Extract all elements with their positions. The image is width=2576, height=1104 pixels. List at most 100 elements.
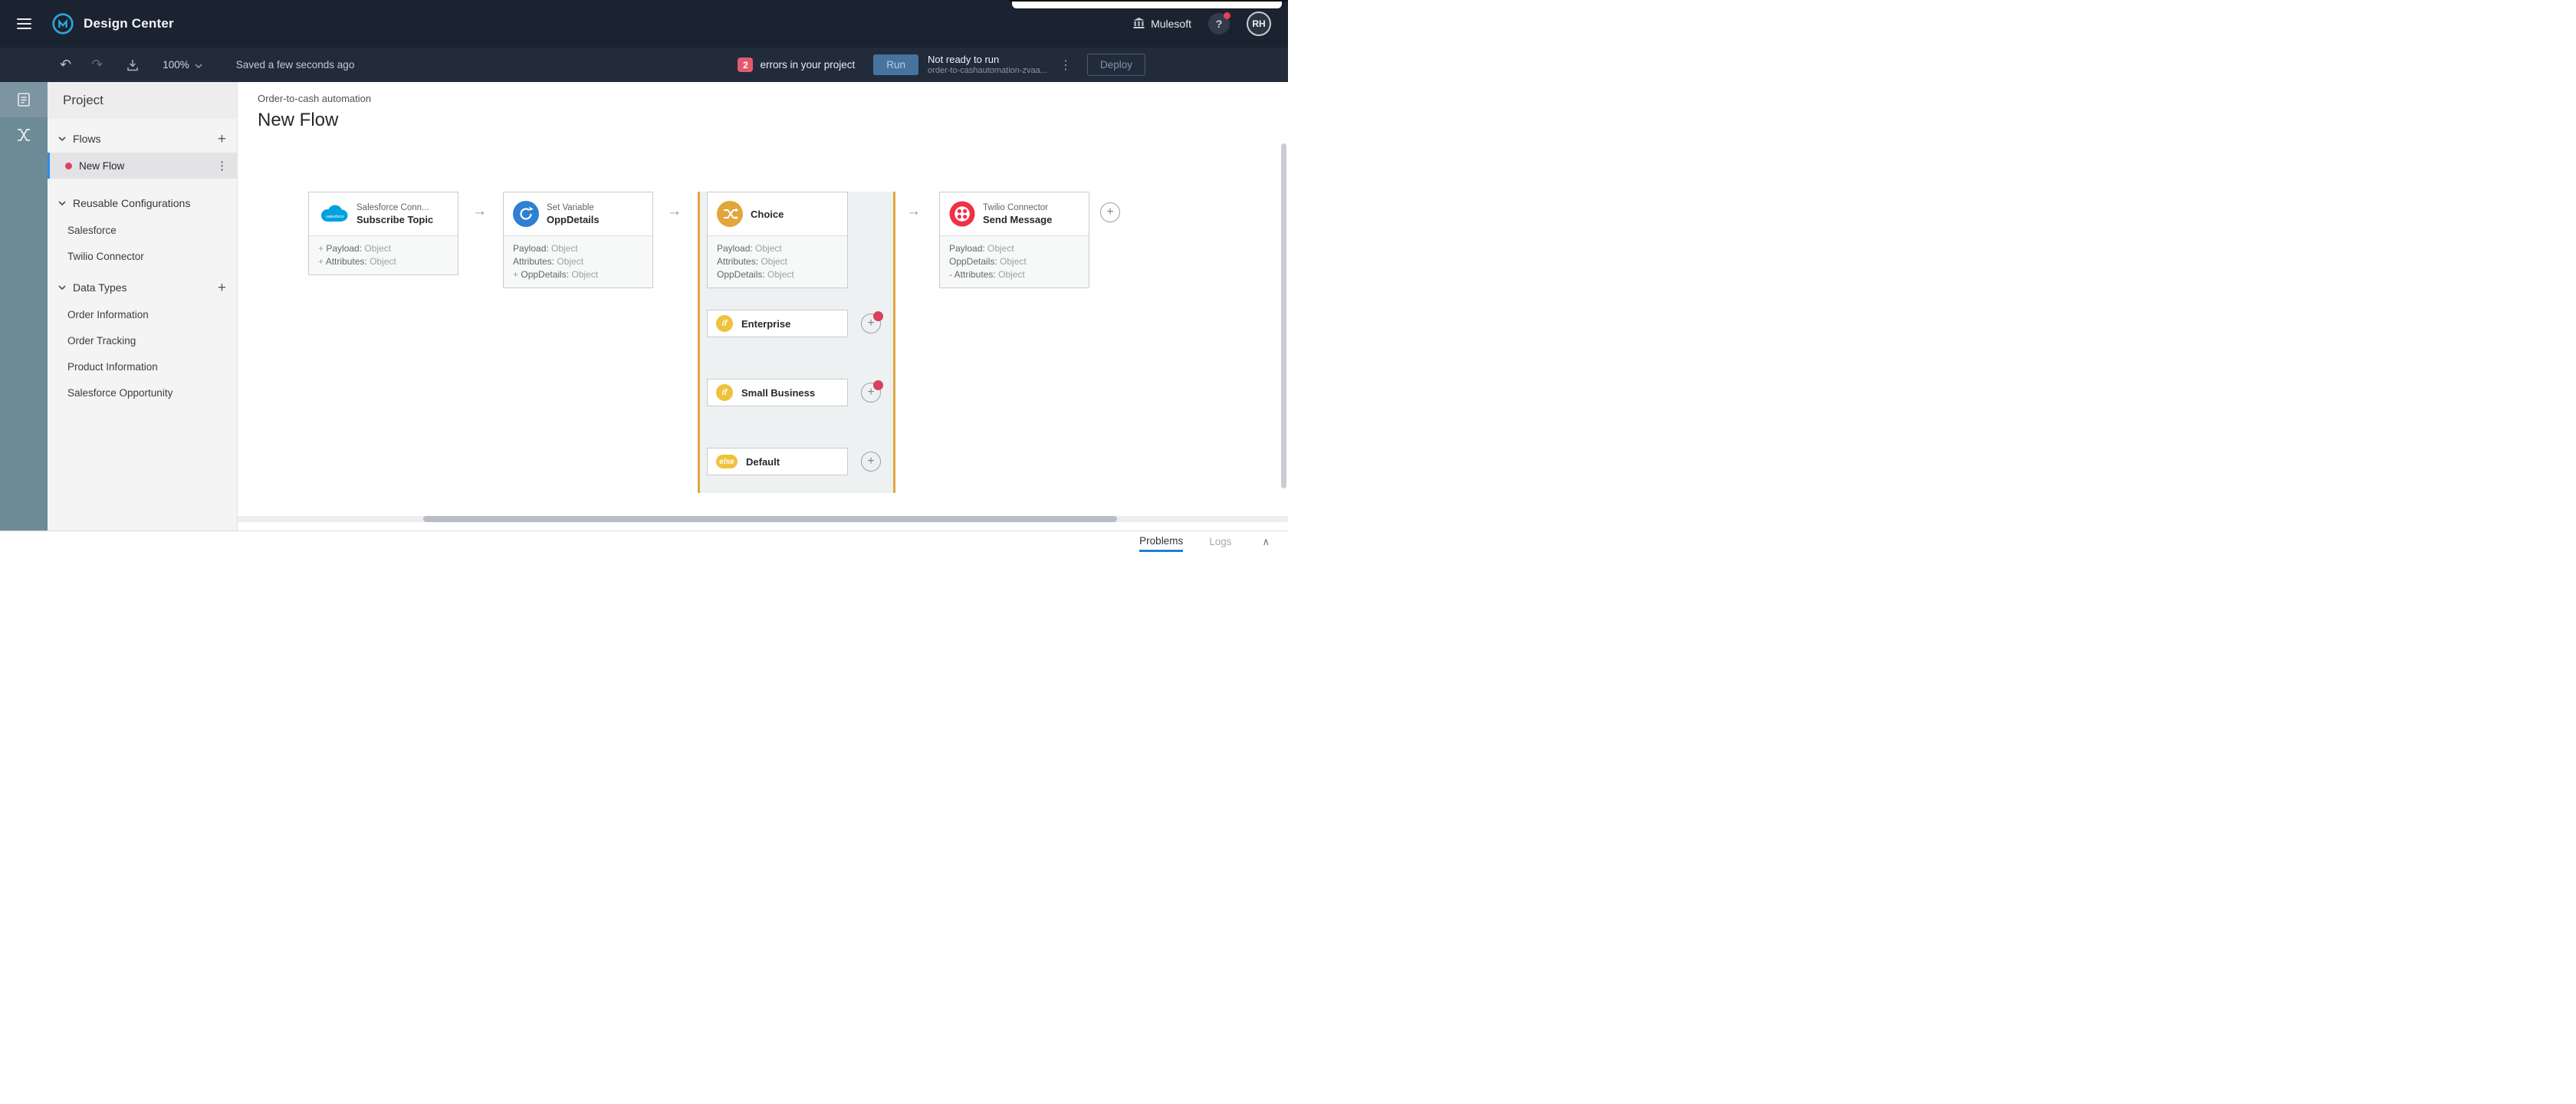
field-value: Object <box>364 243 391 254</box>
bottom-panel-bar: Problems Logs ∧ <box>0 531 1288 552</box>
choice-icon <box>717 201 743 227</box>
sidebar-item-salesforce-opportunity[interactable]: Salesforce Opportunity <box>48 380 237 406</box>
add-processor-button-enterprise[interactable]: + <box>861 314 881 334</box>
chevron-down-icon <box>58 285 66 290</box>
sidebar-title: Project <box>48 82 237 119</box>
field-label: Attributes: <box>717 256 758 267</box>
metadata-field: OppDetails: Object <box>717 268 838 281</box>
node-operation-name: Choice <box>751 209 784 220</box>
project-explorer-icon[interactable] <box>0 82 48 117</box>
sidebar-item-salesforce[interactable]: Salesforce <box>48 217 237 243</box>
zoom-control[interactable]: 100% <box>163 59 202 71</box>
add-flow-button[interactable]: + <box>218 132 226 146</box>
flow-arrow-icon: → <box>906 203 921 220</box>
field-label: OppDetails: <box>949 256 997 267</box>
flow-arrow-icon: → <box>667 203 682 220</box>
flow-node-subscribe-topic[interactable]: salesforce Salesforce Conn... Subscribe … <box>308 192 458 275</box>
breadcrumb[interactable]: Order-to-cash automation <box>258 93 371 104</box>
run-button[interactable]: Run <box>873 54 918 75</box>
choice-branch-default[interactable]: else Default <box>707 448 848 475</box>
sidebar-item-product-information[interactable]: Product Information <box>48 353 237 380</box>
branch-label: Default <box>746 456 780 468</box>
section-flows[interactable]: Flows + <box>48 125 237 153</box>
field-label: OppDetails: <box>717 269 765 280</box>
tab-logs[interactable]: Logs <box>1209 531 1231 552</box>
chevron-up-icon[interactable]: ∧ <box>1262 536 1270 548</box>
app-title: Design Center <box>84 16 174 31</box>
metadata-field: Payload: Object <box>513 242 643 255</box>
choice-scope-border-right <box>893 192 895 493</box>
flow-node-set-variable[interactable]: Set Variable OppDetails Payload: Object … <box>503 192 653 288</box>
sidebar-item-twilio-connector[interactable]: Twilio Connector <box>48 243 237 269</box>
tab-problems[interactable]: Problems <box>1139 531 1183 552</box>
field-value: Object <box>755 243 782 254</box>
more-options-icon[interactable]: ⋮ <box>1060 58 1072 73</box>
choice-scope-border-left <box>698 192 700 493</box>
section-data-types-label: Data Types <box>73 281 127 294</box>
section-flows-label: Flows <box>73 133 101 145</box>
flow-designer-icon[interactable] <box>0 117 48 153</box>
error-dot-icon <box>65 163 72 169</box>
horizontal-scrollbar-thumb[interactable] <box>423 516 1117 522</box>
help-button[interactable]: ? <box>1208 13 1230 34</box>
flow-menu-icon[interactable]: ⋮ <box>216 159 228 172</box>
sidebar-item-order-tracking[interactable]: Order Tracking <box>48 327 237 353</box>
menu-icon[interactable] <box>17 18 31 29</box>
node-operation-name: Subscribe Topic <box>356 214 433 225</box>
field-value: Object <box>767 269 794 280</box>
redo-icon[interactable]: ↷ <box>91 57 103 73</box>
metadata-field: OppDetails: Object <box>949 255 1079 268</box>
field-value: Object <box>998 269 1025 280</box>
vertical-scrollbar-thumb[interactable] <box>1281 143 1286 488</box>
add-component-button[interactable]: + <box>1100 202 1120 222</box>
avatar-initials: RH <box>1252 18 1265 29</box>
run-status: Not ready to run order-to-cashautomation… <box>928 54 1047 77</box>
node-operation-name: Send Message <box>983 214 1052 225</box>
plus-icon: + <box>867 455 874 468</box>
node-metadata: + Payload: Object + Attributes: Object <box>309 235 458 274</box>
plus-icon: + <box>1106 205 1113 219</box>
node-connector-name: Salesforce Conn... <box>356 203 433 212</box>
undo-icon[interactable]: ↶ <box>60 57 71 73</box>
node-metadata: Payload: Object Attributes: Object OppDe… <box>708 235 847 288</box>
window-edge-artifact <box>1009 0 1288 2</box>
left-icon-rail <box>0 82 48 531</box>
export-icon[interactable] <box>126 58 140 72</box>
branch-label: Small Business <box>741 387 815 399</box>
org-switcher[interactable]: Mulesoft <box>1132 17 1191 31</box>
if-badge-icon: if <box>716 384 733 401</box>
avatar[interactable]: RH <box>1247 12 1271 36</box>
field-value: Object <box>551 243 578 254</box>
field-label: Payload: <box>949 243 985 254</box>
metadata-field: Payload: Object <box>949 242 1079 255</box>
notification-dot <box>1224 12 1230 19</box>
field-label: Payload: <box>513 243 549 254</box>
choice-branch-small-business[interactable]: if Small Business <box>707 379 848 406</box>
else-badge-icon: else <box>716 455 738 468</box>
error-indicator-icon <box>873 311 883 321</box>
add-processor-button-small-business[interactable]: + <box>861 383 881 402</box>
sidebar-item-order-information[interactable]: Order Information <box>48 301 237 327</box>
section-reusable-configurations[interactable]: Reusable Configurations <box>48 189 237 217</box>
mulesoft-logo-icon[interactable] <box>51 12 74 35</box>
field-value: Object <box>370 256 396 267</box>
chevron-down-icon <box>195 59 202 71</box>
choice-branch-enterprise[interactable]: if Enterprise <box>707 310 848 337</box>
flow-canvas[interactable]: Order-to-cash automation New Flow salesf… <box>238 82 1288 531</box>
add-processor-button-default[interactable]: + <box>861 452 881 472</box>
error-count-badge[interactable]: 2 <box>738 58 753 72</box>
sidebar-item-new-flow[interactable]: New Flow ⋮ <box>48 153 237 179</box>
flow-node-send-message[interactable]: Twilio Connector Send Message Payload: O… <box>939 192 1089 288</box>
salesforce-icon: salesforce <box>318 203 349 225</box>
section-data-types[interactable]: Data Types + <box>48 274 237 301</box>
branch-label: Enterprise <box>741 318 790 330</box>
chevron-down-icon <box>58 201 66 205</box>
add-data-type-button[interactable]: + <box>218 281 226 295</box>
field-label: Payload: <box>326 243 362 254</box>
flow-node-choice[interactable]: Choice Payload: Object Attributes: Objec… <box>707 192 848 288</box>
flow-name: New Flow <box>79 160 124 172</box>
deploy-button[interactable]: Deploy <box>1087 54 1145 76</box>
node-operation-name: OppDetails <box>547 214 600 225</box>
field-added-icon: + <box>513 269 518 280</box>
metadata-field: Attributes: Object <box>513 255 643 268</box>
